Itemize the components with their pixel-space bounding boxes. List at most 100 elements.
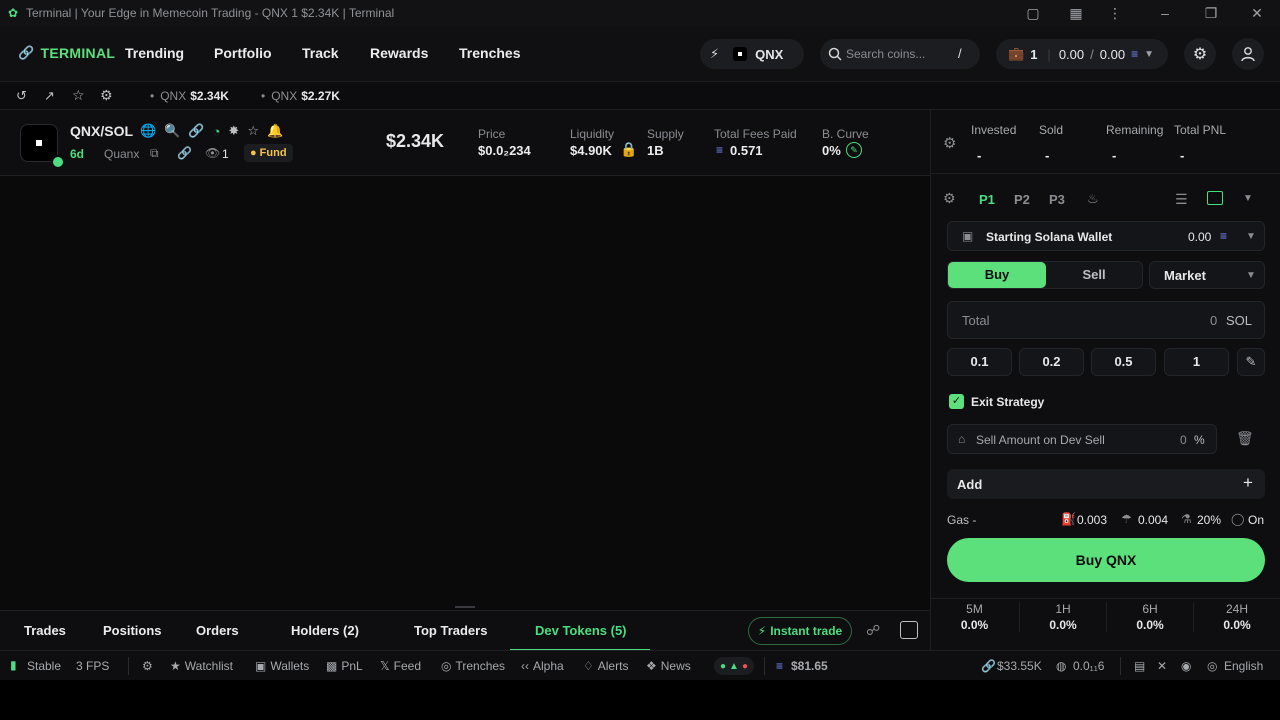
- preset-p3[interactable]: P3: [1049, 192, 1065, 207]
- discord-icon[interactable]: ◉: [1181, 659, 1191, 673]
- slippage-icon: ⚗: [1181, 512, 1192, 526]
- maximize-icon[interactable]: ❐: [1202, 4, 1220, 22]
- more-menu-icon[interactable]: ⋮: [1106, 4, 1124, 22]
- footer-alpha[interactable]: ‹‹ Alpha: [521, 659, 564, 673]
- history-icon[interactable]: ↺: [16, 88, 27, 104]
- footer-news[interactable]: ❖ News: [646, 659, 691, 673]
- star-icon[interactable]: ☆: [72, 87, 85, 104]
- footer-watchlist[interactable]: ★ Watchlist: [170, 659, 233, 673]
- verified-badge-icon: [51, 155, 65, 169]
- brand-logo[interactable]: 🔗 TERMINAL: [18, 45, 115, 61]
- solana-icon: ≡: [1220, 229, 1228, 243]
- tab-orders[interactable]: Orders: [196, 623, 239, 638]
- gear-icon[interactable]: ⚙: [943, 190, 956, 207]
- footer-pnl[interactable]: ▩ PnL: [326, 659, 363, 673]
- timeframe-cell[interactable]: 6H 0.0%: [1106, 602, 1193, 632]
- layout-icon[interactable]: [1207, 191, 1223, 205]
- minimize-icon[interactable]: –: [1156, 4, 1174, 22]
- gear-icon[interactable]: ⚙: [142, 659, 153, 673]
- link-icon[interactable]: 🔗: [188, 123, 204, 139]
- globe-icon[interactable]: 🌐: [140, 123, 156, 139]
- chevron-down-icon[interactable]: ▼: [1243, 193, 1253, 204]
- gear-icon[interactable]: ⚙: [100, 87, 113, 104]
- buy-submit-button[interactable]: Buy QNX: [947, 538, 1265, 582]
- quick-buy-chip[interactable]: ⚡ QNX: [700, 39, 804, 69]
- fire-icon[interactable]: ♨: [1087, 191, 1099, 207]
- timeframe-cell[interactable]: 24H 0.0%: [1193, 602, 1280, 632]
- instant-trade-button[interactable]: ⚡ Instant trade: [748, 617, 852, 645]
- buy-toggle[interactable]: Buy: [948, 262, 1046, 288]
- preset-p2[interactable]: P2: [1014, 192, 1030, 207]
- ticker-item[interactable]: • QNX $2.34K: [150, 89, 229, 103]
- preset-p1[interactable]: P1: [979, 192, 995, 207]
- add-exit-rule[interactable]: Add +: [947, 469, 1265, 499]
- summary-value: -: [1045, 148, 1050, 163]
- link-icon[interactable]: 🔗: [177, 146, 192, 160]
- panel-toggle-icon[interactable]: [900, 621, 918, 639]
- footer-wallets[interactable]: ▣ Wallets: [255, 659, 309, 673]
- tab-dev-tokens[interactable]: Dev Tokens (5): [535, 623, 627, 638]
- trash-icon[interactable]: 🗑: [1236, 430, 1254, 447]
- nav-trending[interactable]: Trending: [125, 45, 184, 61]
- window-tab-icon[interactable]: ▢: [1024, 4, 1042, 22]
- pie-chart-icon[interactable]: ◔: [213, 124, 221, 139]
- tab-trades[interactable]: Trades: [24, 623, 66, 638]
- account-button[interactable]: [1232, 38, 1264, 70]
- settings-button[interactable]: ⚙: [1184, 38, 1216, 70]
- resize-handle[interactable]: [455, 606, 475, 608]
- gear-icon[interactable]: ⚙: [943, 134, 956, 152]
- nav-portfolio[interactable]: Portfolio: [214, 45, 272, 61]
- order-type-select[interactable]: Market ▼: [1149, 261, 1265, 289]
- nav-rewards[interactable]: Rewards: [370, 45, 428, 61]
- quick-amount-button[interactable]: 0.2: [1019, 348, 1084, 376]
- list-icon[interactable]: ☰: [1175, 191, 1188, 208]
- nav-trenches[interactable]: Trenches: [459, 45, 520, 61]
- search-icon: [828, 47, 842, 61]
- shield-icon: ◯: [1231, 512, 1245, 526]
- edit-amounts-icon[interactable]: ✎: [1237, 348, 1265, 376]
- wallet-select[interactable]: ▣ Starting Solana Wallet 0.00 ≡ ▼: [947, 221, 1265, 251]
- bell-icon[interactable]: 🔔: [267, 123, 283, 139]
- exit-strategy-checkbox[interactable]: ✓: [949, 394, 964, 409]
- nav-track[interactable]: Track: [302, 45, 339, 61]
- network-status-pill[interactable]: ● ▲ ●: [714, 657, 754, 675]
- language-selector[interactable]: English: [1224, 659, 1263, 673]
- chart-area[interactable]: [0, 176, 930, 610]
- quick-amount-button[interactable]: 0.1: [947, 348, 1012, 376]
- quick-amount-button[interactable]: 1: [1164, 348, 1229, 376]
- search-input[interactable]: Search coins...: [846, 47, 925, 61]
- bribe-fee: 0.004: [1138, 513, 1169, 527]
- tab-top-traders[interactable]: Top Traders: [414, 623, 487, 638]
- total-input[interactable]: Total 0 SOL: [947, 301, 1265, 339]
- footer-alerts[interactable]: ♢ Alerts: [583, 659, 628, 673]
- timeframe-cell[interactable]: 1H 0.0%: [1019, 602, 1106, 632]
- quick-amount-button[interactable]: 0.5: [1091, 348, 1156, 376]
- x-logo-icon[interactable]: ✕: [1157, 659, 1167, 673]
- ticker-item[interactable]: • QNX $2.27K: [261, 89, 340, 103]
- copy-icon[interactable]: ⧉: [150, 146, 159, 161]
- sell-toggle[interactable]: Sell: [1046, 262, 1142, 288]
- wallet-selector[interactable]: 💼 1 | 0.00 / 0.00 ≡ ▼: [996, 39, 1168, 69]
- fuel-icon: ⛽: [1061, 512, 1076, 526]
- search-box[interactable]: Search coins... /: [820, 39, 980, 69]
- exit-strategy-label: Exit Strategy: [971, 395, 1045, 409]
- pencil-icon[interactable]: ✎: [846, 142, 862, 158]
- fund-badge[interactable]: ● Fund: [244, 144, 293, 162]
- footer-trenches[interactable]: ◎ Trenches: [441, 659, 505, 673]
- creator-name[interactable]: Quanx: [104, 147, 139, 161]
- docs-icon[interactable]: ▤: [1134, 659, 1145, 673]
- search-icon[interactable]: 🔍: [164, 123, 180, 139]
- sol-price: $81.65: [791, 659, 828, 673]
- share-nodes-icon[interactable]: ☍: [866, 622, 880, 639]
- tab-holders[interactable]: Holders (2): [291, 623, 359, 638]
- star-icon[interactable]: ☆: [247, 123, 259, 139]
- extension-icon[interactable]: ▦: [1067, 4, 1085, 22]
- timeframe-cell[interactable]: 5M 0.0%: [931, 602, 1018, 632]
- stat-value: 1B: [647, 143, 664, 158]
- sell-on-dev-input[interactable]: ⌂ Sell Amount on Dev Sell 0 %: [947, 424, 1217, 454]
- chart-trend-icon[interactable]: ↗: [44, 88, 55, 104]
- close-icon[interactable]: ✕: [1248, 4, 1266, 22]
- bug-icon[interactable]: ✸: [228, 123, 239, 139]
- footer-feed[interactable]: 𝕏 Feed: [380, 659, 421, 673]
- tab-positions[interactable]: Positions: [103, 623, 162, 638]
